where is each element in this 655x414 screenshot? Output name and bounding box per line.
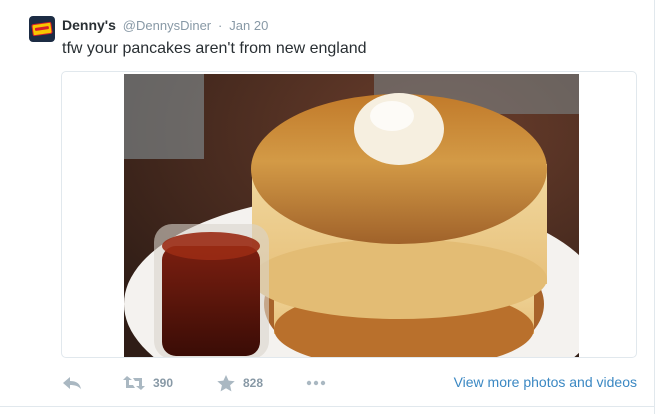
retweet-count[interactable]: 390 xyxy=(153,376,173,390)
pancake-photo[interactable] xyxy=(124,74,579,357)
dennys-logo-icon xyxy=(31,21,53,37)
more-button[interactable] xyxy=(306,372,326,394)
avatar[interactable] xyxy=(29,16,55,42)
retweet-icon xyxy=(123,376,145,390)
author-handle[interactable]: @DennysDiner xyxy=(123,18,211,33)
favorite-count[interactable]: 828 xyxy=(243,376,263,390)
tweet-timestamp[interactable]: Jan 20 xyxy=(229,18,268,33)
view-more-photos-link[interactable]: View more photos and videos xyxy=(454,374,637,390)
favorite-button[interactable]: 828 xyxy=(217,372,263,394)
media-container[interactable] xyxy=(61,71,637,358)
reply-arrow-icon xyxy=(63,377,81,389)
tweet-card[interactable]: Denny's @DennysDiner · Jan 20 tfw your p… xyxy=(0,0,655,414)
star-icon xyxy=(217,374,235,391)
separator-dot: · xyxy=(218,18,223,33)
divider xyxy=(0,406,655,407)
ellipsis-icon xyxy=(306,380,326,386)
tweet-text: tfw your pancakes aren't from new englan… xyxy=(62,40,367,57)
pancake-stack-photo xyxy=(124,74,579,357)
tweet-actions: 390 828 View more photos and videos xyxy=(61,370,637,396)
author-name[interactable]: Denny's xyxy=(62,17,116,33)
retweet-button[interactable]: 390 xyxy=(123,372,173,394)
tweet-header: Denny's @DennysDiner · Jan 20 xyxy=(62,16,268,34)
reply-button[interactable] xyxy=(62,372,82,394)
